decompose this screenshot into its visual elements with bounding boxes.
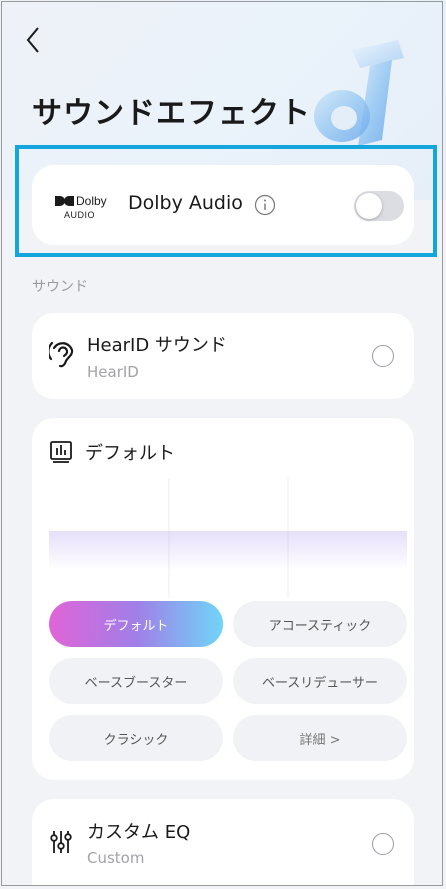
section-label-sound: サウンド [32, 279, 88, 295]
dolby-3d-logo-icon [314, 40, 404, 146]
sliders-icon [50, 831, 72, 853]
custom-eq-subtitle: Custom [87, 849, 145, 867]
preset-acoustic-button[interactable]: アコースティック [233, 601, 407, 647]
back-button[interactable] [18, 22, 48, 58]
preset-default-button[interactable]: デフォルト [49, 601, 223, 647]
eq-title: デフォルト [85, 443, 175, 464]
hearid-sound-card[interactable]: HearID サウンド HearID [32, 313, 414, 399]
custom-eq-radio[interactable] [372, 833, 394, 855]
page-title: サウンドエフェクト [32, 96, 311, 131]
hearid-subtitle: HearID [87, 363, 139, 381]
preset-bass-reducer-button[interactable]: ベースリデューサー [233, 658, 407, 704]
equalizer-chart-icon [50, 441, 72, 463]
eq-curve-fill [49, 531, 407, 571]
preset-bass-booster-button[interactable]: ベースブースター [49, 658, 223, 704]
hearid-radio[interactable] [372, 345, 394, 367]
preset-more-button[interactable]: 詳細 > [233, 715, 407, 761]
custom-eq-card[interactable]: カスタム EQ Custom [32, 799, 414, 885]
chevron-left-icon [26, 27, 39, 53]
eq-curve-graph [49, 478, 407, 598]
ear-icon [49, 341, 74, 368]
dolby-highlight-frame [15, 145, 437, 257]
preset-classic-button[interactable]: クラシック [49, 715, 223, 761]
hearid-title: HearID サウンド [87, 335, 227, 356]
custom-eq-title: カスタム EQ [87, 822, 191, 843]
eq-preset-card: デフォルト デフォルト アコースティック ベースブースター ベースリデューサー … [32, 418, 414, 780]
